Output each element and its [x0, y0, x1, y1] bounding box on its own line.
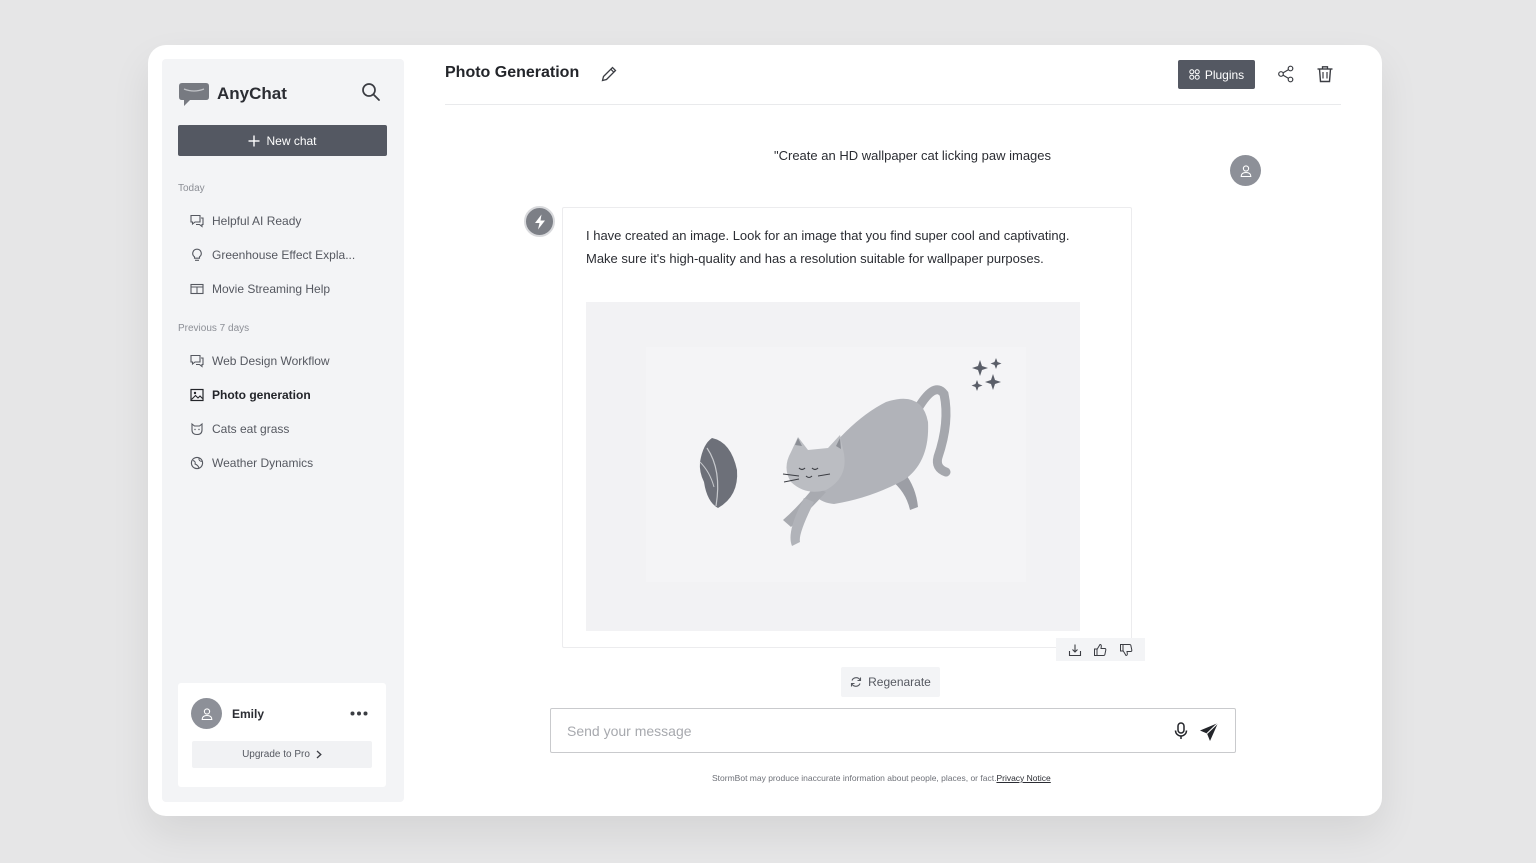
thumbs-up-icon[interactable] [1091, 641, 1109, 659]
conversation-item-greenhouse[interactable]: Greenhouse Effect Expla... [190, 244, 380, 266]
plus-icon [248, 135, 260, 146]
message-input[interactable] [567, 719, 1147, 743]
plugins-button[interactable]: Plugins [1178, 60, 1255, 89]
image-icon [190, 388, 204, 402]
conversation-item-web-design[interactable]: Web Design Workflow [190, 350, 380, 372]
conversation-item-cats[interactable]: Cats eat grass [190, 418, 380, 440]
search-icon[interactable] [360, 81, 382, 103]
user-icon [1240, 164, 1251, 177]
bot-message: I have created an image. Look for an ima… [586, 225, 1106, 270]
conversation-item-photo-generation[interactable]: Photo generation [190, 384, 380, 406]
lightning-bolt-icon [534, 214, 545, 229]
trash-icon[interactable] [1315, 64, 1335, 84]
globe-icon [190, 456, 204, 470]
grid-icon [1189, 69, 1200, 80]
user-message-avatar [1230, 155, 1261, 186]
app-window: AnyChat New chat Today Helpful AI Ready [148, 45, 1382, 816]
upgrade-to-pro-button[interactable]: Upgrade to Pro [192, 741, 372, 768]
share-icon[interactable] [1276, 64, 1296, 84]
app-name: AnyChat [217, 84, 287, 103]
regenerate-label: Regenarate [868, 675, 931, 689]
chat-logo-icon [179, 83, 209, 106]
new-chat-label: New chat [266, 133, 317, 148]
more-options-icon[interactable] [348, 705, 370, 721]
microphone-icon[interactable] [1171, 721, 1191, 741]
conversation-item-helpful-ai[interactable]: Helpful AI Ready [190, 210, 380, 232]
edit-pencil-icon[interactable] [599, 64, 619, 84]
disclaimer-text: StormBot may produce inaccurate informat… [712, 773, 997, 783]
user-message: "Create an HD wallpaper cat licking paw … [774, 148, 1052, 163]
plugins-label: Plugins [1204, 67, 1245, 82]
message-composer [550, 708, 1236, 753]
user-avatar[interactable] [191, 698, 222, 729]
upgrade-label: Upgrade to Pro [242, 749, 310, 760]
bot-message-line: I have created an image. Look for an ima… [586, 228, 1070, 243]
chat-bubbles-icon [190, 354, 204, 368]
conversation-label: Web Design Workflow [212, 354, 330, 368]
film-icon [190, 283, 204, 295]
disclaimer: StormBot may produce inaccurate informat… [712, 773, 1051, 783]
conversation-label: Movie Streaming Help [212, 282, 331, 296]
bot-avatar [524, 206, 555, 237]
thumbs-down-icon[interactable] [1117, 641, 1135, 659]
bot-message-card: I have created an image. Look for an ima… [562, 207, 1132, 648]
conversation-label: Weather Dynamics [212, 456, 314, 470]
privacy-notice-link[interactable]: Privacy Notice [996, 773, 1050, 783]
header-divider [445, 104, 1341, 105]
bot-message-line: Make sure it's high-quality and has a re… [586, 250, 1044, 266]
section-label-today: Today [178, 183, 205, 194]
download-icon[interactable] [1066, 641, 1084, 659]
conversation-item-weather[interactable]: Weather Dynamics [190, 452, 380, 474]
conversation-label: Cats eat grass [212, 422, 290, 436]
page-title: Photo Generation [445, 64, 580, 81]
chevron-right-icon [316, 750, 322, 759]
conversation-label: Photo generation [212, 388, 311, 402]
cat-illustration [646, 347, 1026, 582]
chat-bubbles-icon [190, 214, 204, 228]
refresh-icon [851, 677, 862, 687]
regenerate-button[interactable]: Regenarate [841, 667, 940, 697]
user-card: Emily Upgrade to Pro [178, 683, 386, 787]
send-icon[interactable] [1198, 721, 1220, 743]
user-icon [201, 707, 212, 720]
new-chat-button[interactable]: New chat [178, 125, 387, 156]
user-name: Emily [232, 707, 265, 721]
section-label-previous: Previous 7 days [178, 323, 250, 334]
conversation-label: Helpful AI Ready [212, 214, 302, 228]
cat-icon [191, 422, 203, 436]
lightbulb-icon [192, 248, 202, 261]
generated-cat-image[interactable] [586, 302, 1080, 631]
brand: AnyChat [178, 77, 287, 111]
conversation-item-movie[interactable]: Movie Streaming Help [190, 278, 380, 300]
message-actions [1056, 638, 1145, 661]
sidebar: AnyChat New chat Today Helpful AI Ready [162, 59, 404, 802]
conversation-label: Greenhouse Effect Expla... [212, 248, 356, 262]
